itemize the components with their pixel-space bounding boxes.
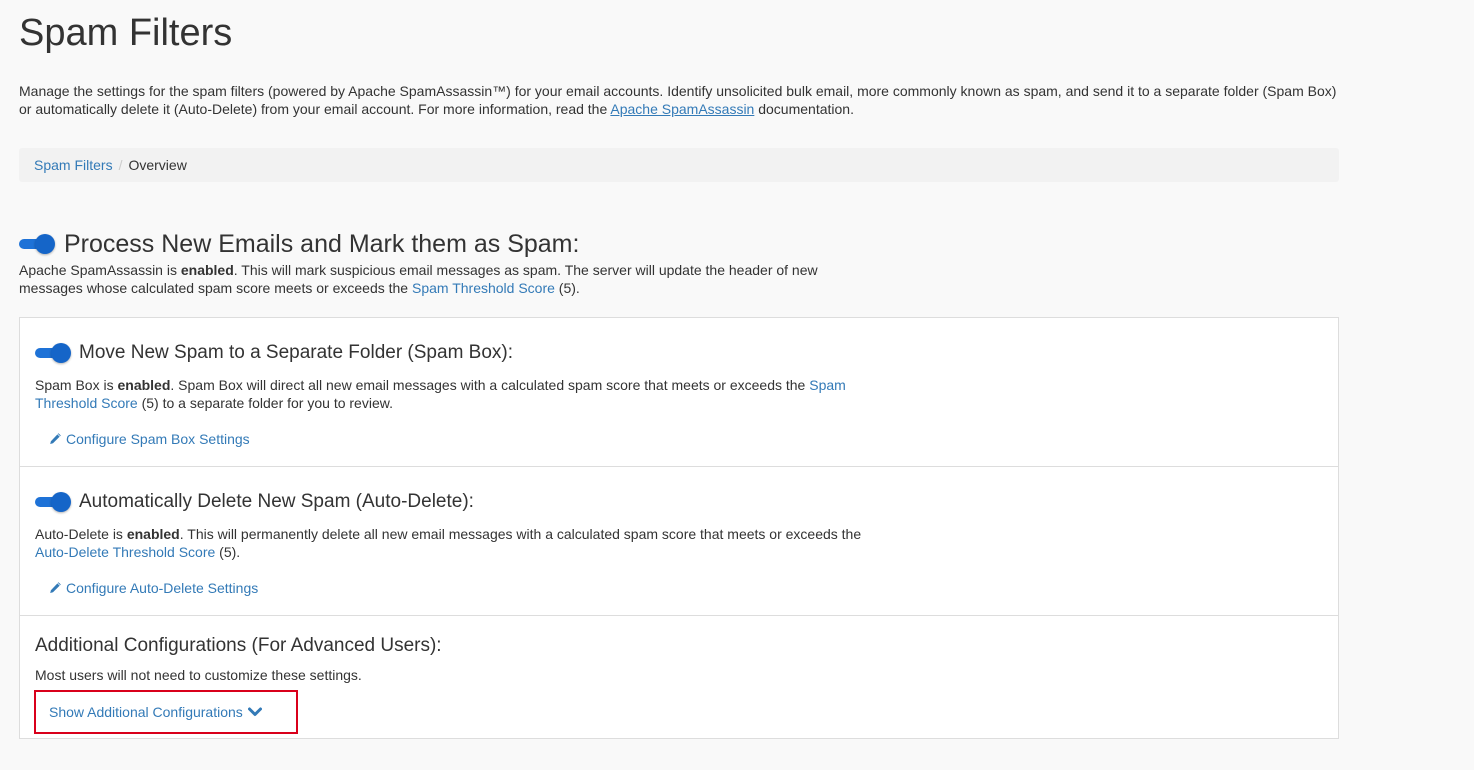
desc-text: Spam Box is [35, 377, 118, 393]
configure-spam-box-label: Configure Spam Box Settings [66, 431, 250, 447]
status-text: enabled [117, 377, 171, 393]
toggle-knob [51, 492, 71, 512]
process-spam-heading: Process New Emails and Mark them as Spam… [19, 228, 579, 260]
show-additional-configurations-button[interactable]: Show Additional Configurations [34, 690, 298, 734]
spam-box-toggle[interactable] [35, 343, 71, 363]
status-text: enabled [180, 262, 234, 278]
desc-text: Apache SpamAssassin is [19, 262, 181, 278]
spam-box-panel: Move New Spam to a Separate Folder (Spam… [19, 317, 1339, 467]
spam-box-title: Move New Spam to a Separate Folder (Spam… [79, 342, 514, 363]
status-text: enabled [126, 526, 180, 542]
toggle-knob [35, 234, 55, 254]
auto-delete-threshold-link[interactable]: Auto-Delete Threshold Score [35, 544, 215, 560]
desc-text: . Spam Box will direct all new email mes… [170, 377, 810, 393]
configure-auto-delete-label: Configure Auto-Delete Settings [66, 580, 259, 596]
desc-text: Auto-Delete is [35, 526, 127, 542]
process-spam-description: Apache SpamAssassin is enabled. This wil… [19, 261, 859, 297]
chevron-down-icon [247, 707, 262, 716]
additional-config-panel: Additional Configurations (For Advanced … [19, 615, 1339, 739]
auto-delete-heading: Automatically Delete New Spam (Auto-Dele… [35, 490, 1323, 514]
auto-delete-section: Automatically Delete New Spam (Auto-Dele… [35, 490, 1323, 514]
auto-delete-description: Auto-Delete is enabled. This will perman… [35, 525, 875, 561]
breadcrumb-spam-filters[interactable]: Spam Filters [34, 157, 113, 173]
page-title: Spam Filters [19, 12, 233, 54]
intro-text-end: documentation. [754, 101, 854, 117]
additional-config-heading-wrap: Additional Configurations (For Advanced … [35, 634, 442, 658]
pencil-icon [50, 582, 61, 593]
show-additional-label: Show Additional Configurations [49, 704, 243, 720]
breadcrumb-separator: / [118, 157, 123, 173]
configure-spam-box-link[interactable]: Configure Spam Box Settings [48, 430, 250, 448]
desc-text: (5). [554, 280, 580, 296]
additional-config-title: Additional Configurations (For Advanced … [35, 635, 442, 656]
breadcrumb: Spam Filters / Overview [19, 148, 1339, 182]
spam-threshold-score-link[interactable]: Spam Threshold Score [412, 280, 555, 296]
apache-spamassassin-link[interactable]: Apache SpamAssassin [610, 101, 754, 117]
auto-delete-panel: Automatically Delete New Spam (Auto-Dele… [19, 466, 1339, 616]
desc-text: (5). [215, 544, 241, 560]
spam-box-description: Spam Box is enabled. Spam Box will direc… [35, 376, 875, 412]
configure-auto-delete-link[interactable]: Configure Auto-Delete Settings [48, 579, 258, 597]
process-spam-title: Process New Emails and Mark them as Spam… [64, 230, 580, 258]
auto-delete-toggle[interactable] [35, 492, 71, 512]
desc-text: (5) to a separate folder for you to revi… [137, 395, 393, 411]
pencil-icon [50, 433, 61, 444]
breadcrumb-current: Overview [128, 157, 187, 173]
spam-box-heading: Move New Spam to a Separate Folder (Spam… [35, 341, 1323, 365]
additional-config-description: Most users will not need to customize th… [35, 667, 362, 683]
page-intro: Manage the settings for the spam filters… [19, 82, 1339, 118]
process-spam-toggle[interactable] [19, 234, 55, 254]
auto-delete-title: Automatically Delete New Spam (Auto-Dele… [79, 491, 474, 512]
toggle-knob [51, 343, 71, 363]
desc-text: . This will permanently delete all new e… [179, 526, 862, 542]
spam-box-section: Move New Spam to a Separate Folder (Spam… [35, 341, 1323, 365]
